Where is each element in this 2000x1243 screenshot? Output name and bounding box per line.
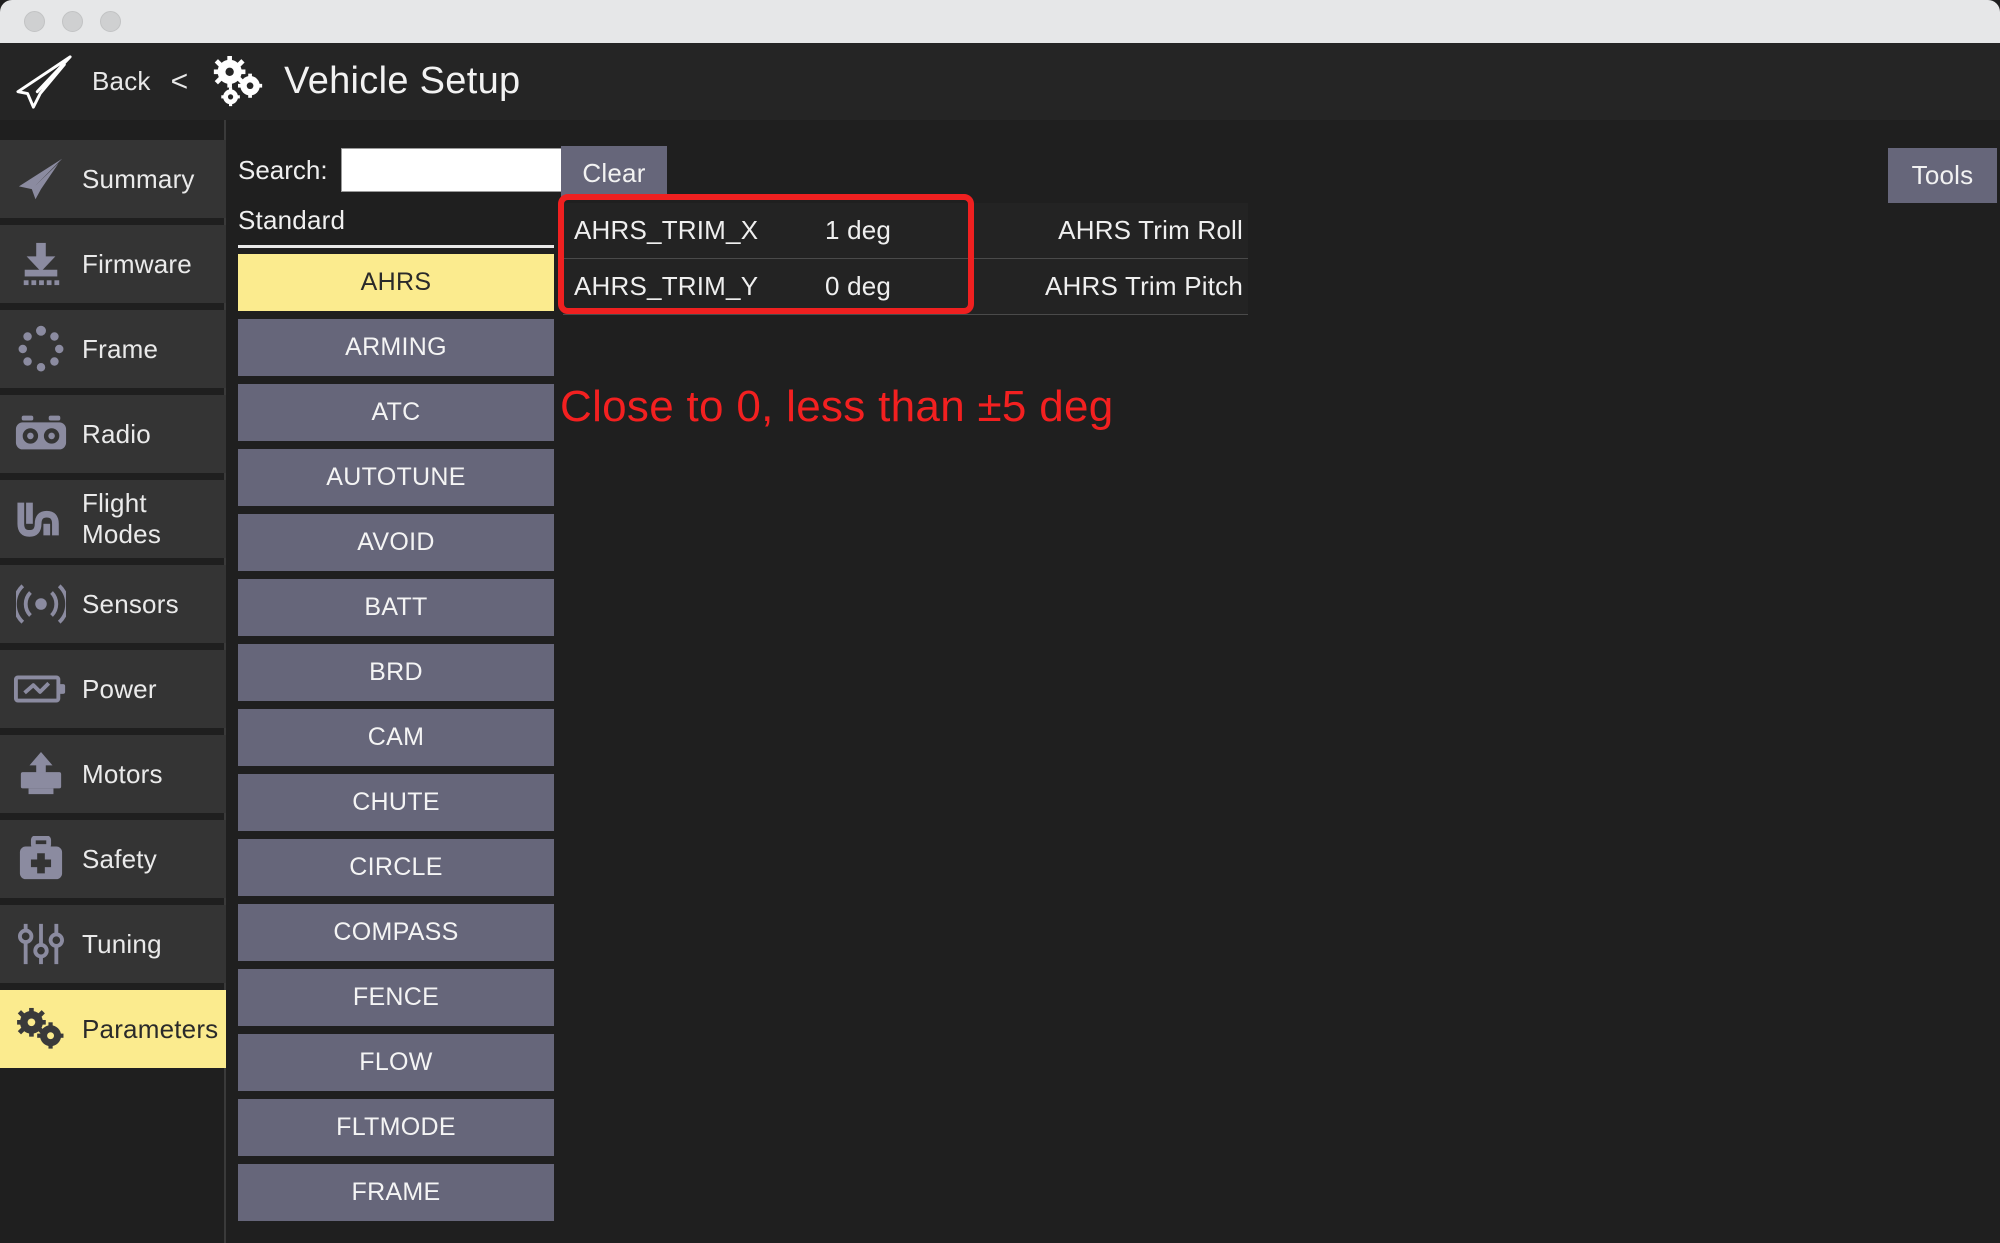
parameter-group-list: Standard AHRS ARMING ATC AUTOTUNE AVOID … [238,205,554,1243]
window-titlebar [0,0,2000,43]
sidebar-item-label: Motors [82,758,163,789]
page-title: Vehicle Setup [284,60,521,102]
sidebar-item-label: Sensors [82,588,179,619]
group-button-fence[interactable]: FENCE [238,969,554,1026]
search-label: Search: [238,154,328,185]
app-header: Back < Vehicle Setup [0,43,2000,120]
group-button-compass[interactable]: COMPASS [238,904,554,961]
motor-icon [10,750,72,798]
parameter-description: AHRS Trim Roll [1058,215,1243,245]
annotation-note: Close to 0, less than ±5 deg [560,382,1114,431]
parameter-name: AHRS_TRIM_X [574,215,759,245]
paper-plane-icon [14,53,76,111]
radio-controller-icon [10,410,72,458]
sidebar-item-tuning[interactable]: Tuning [0,905,226,983]
table-row[interactable]: AHRS_TRIM_Y 0 deg AHRS Trim Pitch [563,259,1248,315]
flight-modes-wave-icon [10,495,72,543]
sidebar-item-flight-modes[interactable]: Flight Modes [0,480,226,558]
parameter-value: 0 deg [825,271,892,301]
sensors-signal-icon [10,580,72,628]
clear-button[interactable]: Clear [561,146,667,200]
safety-kit-icon [10,835,72,883]
gears-icon [10,1005,72,1053]
group-button-fltmode[interactable]: FLTMODE [238,1099,554,1156]
back-label[interactable]: Back [92,66,151,97]
sidebar-item-safety[interactable]: Safety [0,820,226,898]
group-list-divider [238,245,554,248]
minimize-window-button[interactable] [62,11,83,32]
back-chevron-icon[interactable]: < [171,65,189,99]
group-button-chute[interactable]: CHUTE [238,774,554,831]
parameter-table: AHRS_TRIM_X 1 deg AHRS Trim Roll AHRS_TR… [563,203,1248,315]
sidebar-item-motors[interactable]: Motors [0,735,226,813]
firmware-download-icon [10,240,72,288]
sliders-icon [10,920,72,968]
maximize-window-button[interactable] [100,11,121,32]
sidebar-item-firmware[interactable]: Firmware [0,225,226,303]
group-button-brd[interactable]: BRD [238,644,554,701]
parameter-value: 1 deg [825,215,892,245]
parameter-description: AHRS Trim Pitch [1044,271,1243,301]
app-window: Back < Vehicle Setup Summary Firmware Fr… [0,0,2000,1243]
paper-plane-icon [10,155,72,203]
group-button-autotune[interactable]: AUTOTUNE [238,449,554,506]
gears-icon [210,55,266,108]
group-list-header: Standard [238,205,346,235]
group-button-frame[interactable]: FRAME [238,1164,554,1221]
group-button-flow[interactable]: FLOW [238,1034,554,1091]
group-button-atc[interactable]: ATC [238,384,554,441]
frame-dots-icon [10,325,72,373]
sidebar-item-label: Firmware [82,248,192,279]
close-window-button[interactable] [24,11,45,32]
tools-button[interactable]: Tools [1888,148,1997,203]
group-button-batt[interactable]: BATT [238,579,554,636]
sidebar-item-label: Parameters [82,1013,219,1044]
sidebar-item-label: Flight Modes [82,488,162,549]
table-row[interactable]: AHRS_TRIM_X 1 deg AHRS Trim Roll [563,203,1248,259]
group-button-circle[interactable]: CIRCLE [238,839,554,896]
group-button-ahrs[interactable]: AHRS [238,254,554,311]
group-button-arming[interactable]: ARMING [238,319,554,376]
parameter-name: AHRS_TRIM_Y [574,271,759,301]
sidebar-item-label: Safety [82,843,157,874]
sidebar-item-parameters[interactable]: Parameters [0,990,226,1068]
sidebar-item-radio[interactable]: Radio [0,395,226,473]
sidebar: Summary Firmware Frame Radio Flight Mode… [0,120,226,1243]
group-button-avoid[interactable]: AVOID [238,514,554,571]
traffic-lights [24,11,121,32]
sidebar-item-label: Tuning [82,928,162,959]
sidebar-item-label: Radio [82,418,151,449]
search-row: Search: [238,148,565,192]
sidebar-item-summary[interactable]: Summary [0,140,226,218]
sidebar-item-power[interactable]: Power [0,650,226,728]
sidebar-item-label: Summary [82,163,195,194]
search-input[interactable] [340,148,565,192]
sidebar-item-label: Frame [82,333,159,364]
group-button-cam[interactable]: CAM [238,709,554,766]
sidebar-item-frame[interactable]: Frame [0,310,226,388]
battery-power-icon [10,665,72,713]
sidebar-item-label: Power [82,673,157,704]
sidebar-item-sensors[interactable]: Sensors [0,565,226,643]
